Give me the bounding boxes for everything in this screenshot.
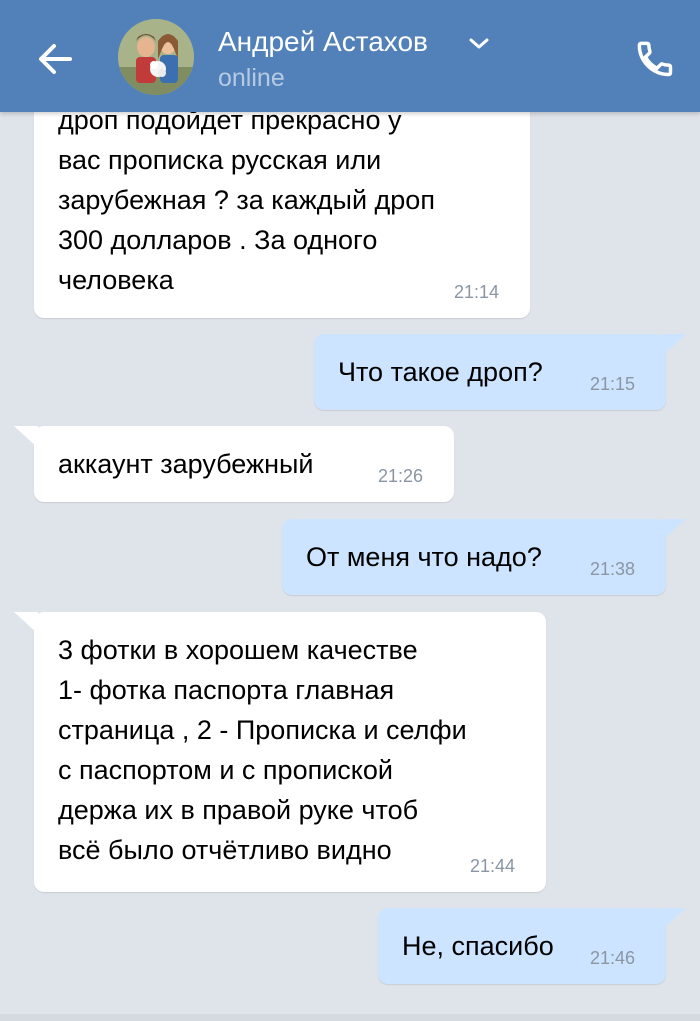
message-bubble[interactable]: Что такое дроп? 21:15 <box>314 334 686 410</box>
back-arrow-icon <box>39 44 72 74</box>
message-time: 21:15 <box>590 374 636 394</box>
message-time: 21:44 <box>470 856 516 876</box>
contact-name[interactable]: Андрей Астахов <box>218 26 428 58</box>
avatar-photo <box>118 19 194 95</box>
message-bubble[interactable]: От меня что надо? 21:38 <box>282 519 686 595</box>
avatar[interactable] <box>118 19 194 95</box>
message-text-line: Не, спасибо <box>402 931 554 961</box>
message-bubble[interactable]: Не, спасибо 21:46 <box>378 908 686 984</box>
message-text-line: 3 фотки в хорошем качестве <box>58 635 418 665</box>
message-text-line: От меня что надо? <box>306 542 542 572</box>
message-text-line: 1- фотка паспорта главная <box>58 675 395 705</box>
message-time: 21:26 <box>378 466 424 486</box>
message-text-line: 300 долларов . За одного <box>58 225 378 255</box>
message-text-line: человека <box>58 265 174 295</box>
message-text-line: всё было отчётливо видно <box>58 835 392 865</box>
bubble-tail <box>662 519 686 541</box>
call-button[interactable] <box>630 34 680 84</box>
message-text-line: держа их в правой руке чтоб <box>58 795 419 825</box>
message-text-line: с паспортом и с пропиской <box>58 755 393 785</box>
message-time: 21:46 <box>590 948 636 968</box>
message-bubble[interactable]: 3 фотки в хорошем качестве 1- фотка пасп… <box>14 612 546 892</box>
message-text-line: зарубежная ? за каждый дроп <box>58 185 435 215</box>
back-button[interactable] <box>30 34 80 84</box>
chat-screen: Андрей Астахов online дроп подойдет прек… <box>0 0 700 1021</box>
chevron-down-icon[interactable] <box>466 34 492 54</box>
message-text-line: страница , 2 - Прописка и селфи <box>58 715 467 745</box>
bubble-tail <box>662 334 686 356</box>
message-text-line: аккаунт зарубежный <box>58 449 314 479</box>
bottom-divider <box>0 1014 700 1021</box>
bubble-tail <box>662 908 686 930</box>
chat-header: Андрей Астахов online <box>0 0 700 112</box>
bubble-tail <box>14 426 38 448</box>
message-time: 21:14 <box>454 282 500 302</box>
message-text-line: вас прописка русская или <box>58 145 382 175</box>
message-time: 21:38 <box>590 559 636 579</box>
message-bubble[interactable]: аккаунт зарубежный 21:26 <box>14 426 454 502</box>
phone-icon <box>637 41 673 77</box>
contact-status: online <box>218 64 285 92</box>
message-text-line: Что такое дроп? <box>338 357 543 387</box>
bubble-tail <box>14 612 38 634</box>
